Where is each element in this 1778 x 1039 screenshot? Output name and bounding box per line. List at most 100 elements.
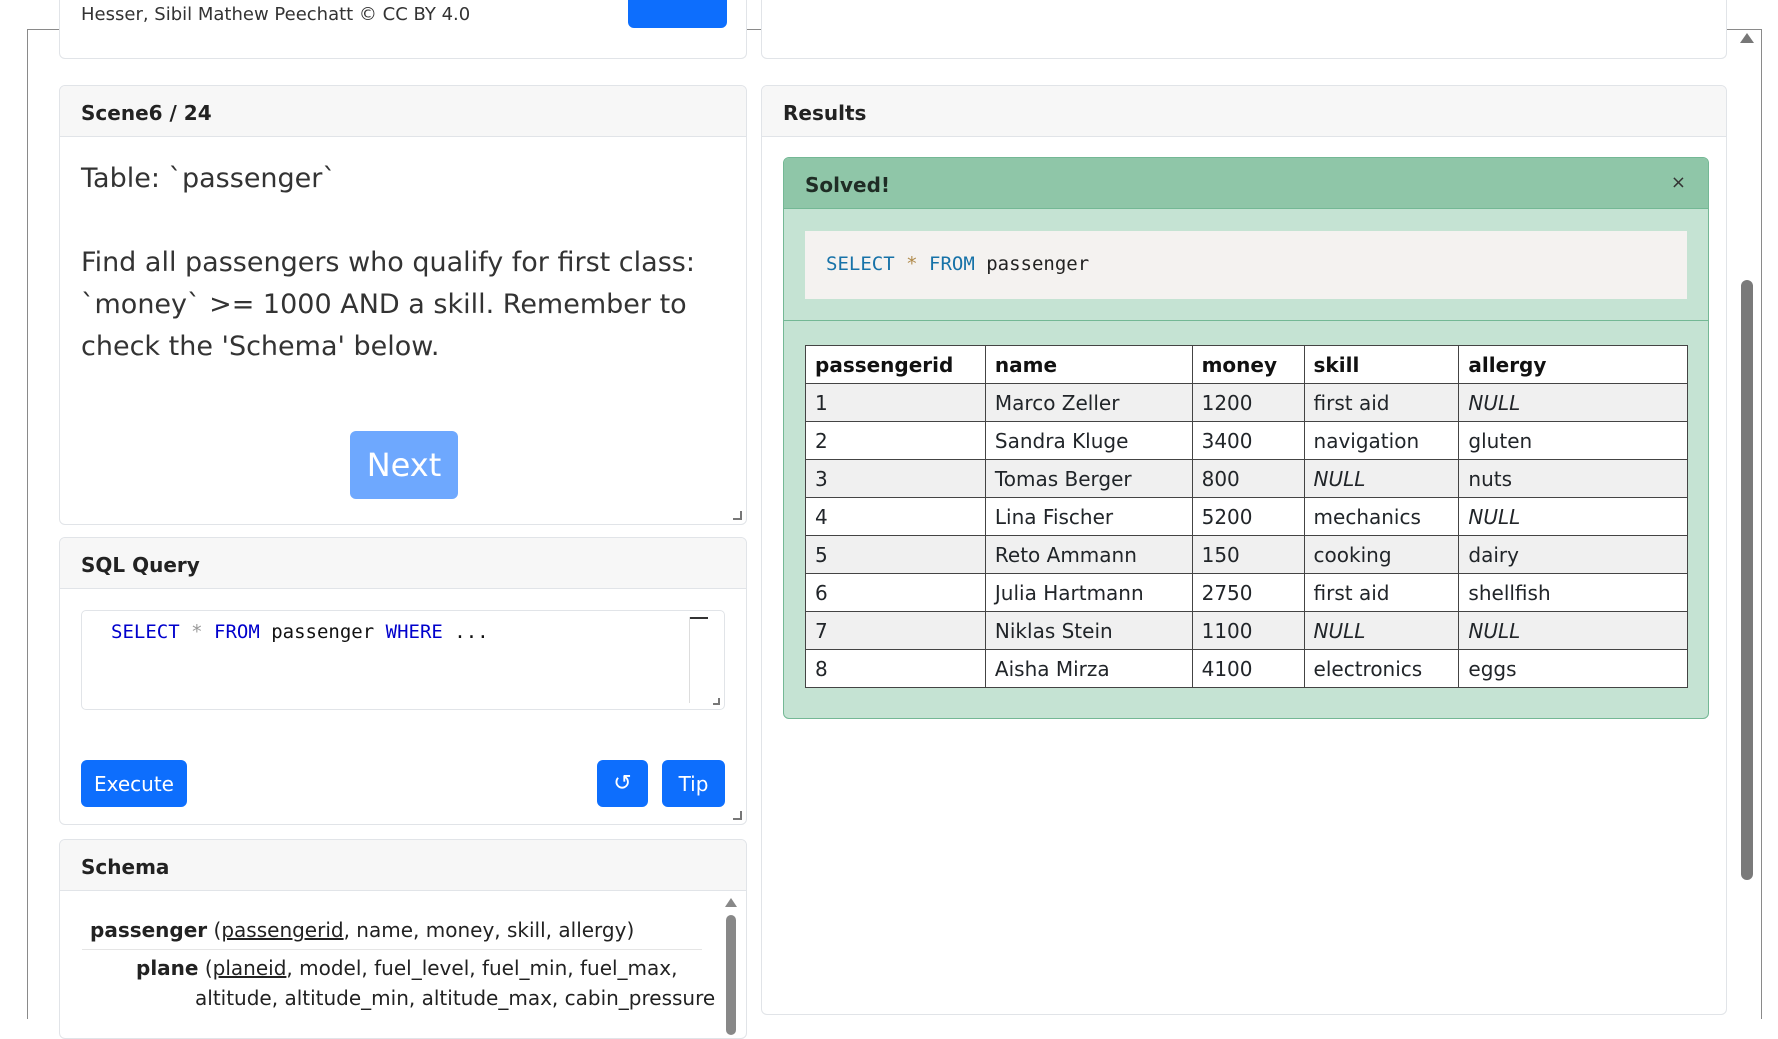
identifier: passenger xyxy=(271,621,375,643)
table-cell: 4100 xyxy=(1191,649,1305,688)
schema-scrollbar-thumb[interactable] xyxy=(726,915,736,1035)
resize-handle[interactable] xyxy=(733,511,742,520)
schema-table-name: passenger xyxy=(90,918,208,942)
table-cell: nuts xyxy=(1458,459,1688,498)
column-header: name xyxy=(984,345,1193,384)
schema-card: Schema passenger (passengerid, name, mon… xyxy=(59,839,747,1039)
table-cell: NULL xyxy=(1303,459,1460,498)
divider xyxy=(784,320,1708,321)
table-cell: NULL xyxy=(1458,611,1688,650)
close-icon[interactable]: × xyxy=(1671,172,1686,193)
table-header-row: passengerid name money skill allergy xyxy=(805,345,1688,384)
table-cell: dairy xyxy=(1458,535,1688,574)
scene-title: Scene6 / 24 xyxy=(60,86,746,137)
table-cell: Niklas Stein xyxy=(984,611,1193,650)
table-cell: electronics xyxy=(1303,649,1460,688)
table-cell: 3 xyxy=(805,459,986,498)
keyword: SELECT xyxy=(826,253,895,275)
table-cell: 1 xyxy=(805,383,986,422)
divider xyxy=(82,949,702,950)
sql-editor[interactable]: SELECT * FROM passenger WHERE ... xyxy=(81,610,725,710)
table-cell: 4 xyxy=(805,497,986,536)
results-title: Results xyxy=(762,86,1726,137)
next-button[interactable]: Next xyxy=(350,431,458,499)
table-row: 8 Aisha Mirza 4100 electronics eggs xyxy=(805,649,1688,688)
reset-button[interactable]: ↺ xyxy=(597,760,648,807)
table-row: 5 Reto Ammann 150 cooking dairy xyxy=(805,535,1688,574)
table-cell: 2 xyxy=(805,421,986,460)
table-row: 7 Niklas Stein 1100 NULL NULL xyxy=(805,611,1688,650)
table-cell: Tomas Berger xyxy=(984,459,1193,498)
table-cell: NULL xyxy=(1458,497,1688,536)
schema-row-plane: plane (planeid, model, fuel_level, fuel_… xyxy=(136,956,678,980)
table-row: 1 Marco Zeller 1200 first aid NULL xyxy=(805,383,1688,422)
table-cell: 7 xyxy=(805,611,986,650)
table-cell: mechanics xyxy=(1303,497,1460,536)
credits-card: Hesser, Sibil Mathew Peechatt © CC BY 4.… xyxy=(59,0,747,59)
tip-button[interactable]: Tip xyxy=(662,760,725,807)
keyword: FROM xyxy=(929,253,975,275)
table-cell: 5 xyxy=(805,535,986,574)
table-cell: first aid xyxy=(1303,383,1460,422)
sql-query-card: SQL Query SELECT * FROM passenger WHERE … xyxy=(59,537,747,825)
table-cell: first aid xyxy=(1303,573,1460,612)
primary-key: planeid xyxy=(212,956,287,980)
operator: * xyxy=(906,253,918,275)
table-cell: 2750 xyxy=(1191,573,1305,612)
table-cell: NULL xyxy=(1303,611,1460,650)
table-cell: cooking xyxy=(1303,535,1460,574)
solved-alert: Solved! × SELECT * FROM passenger passen… xyxy=(783,157,1709,719)
editor-scrollbar[interactable] xyxy=(689,617,708,703)
results-card: Results Solved! × SELECT * FROM passenge… xyxy=(761,85,1727,1015)
column-header: allergy xyxy=(1458,345,1688,384)
table-cell: Reto Ammann xyxy=(984,535,1193,574)
scene-card: Scene6 / 24 Table: `passenger` Find all … xyxy=(59,85,747,525)
top-button[interactable] xyxy=(628,0,727,28)
schema-row-plane-continued: altitude, altitude_min, altitude_max, ca… xyxy=(195,986,716,1010)
credit-text: Hesser, Sibil Mathew Peechatt © CC BY 4.… xyxy=(81,4,471,25)
table-cell: 800 xyxy=(1191,459,1305,498)
results-table-body: 1 Marco Zeller 1200 first aid NULL 2 Sandra Kl… xyxy=(805,383,1688,688)
table-cell: Julia Hartmann xyxy=(984,573,1193,612)
table-cell: 5200 xyxy=(1191,497,1305,536)
schema-title: Schema xyxy=(60,840,746,891)
schema-columns: , model, fuel_level, fuel_min, fuel_max, xyxy=(286,956,678,980)
placeholder-text: ... xyxy=(454,621,489,643)
table-cell: gluten xyxy=(1458,421,1688,460)
sql-query-title: SQL Query xyxy=(60,538,746,589)
schema-row-passenger: passenger (passengerid, name, money, ski… xyxy=(90,918,635,942)
table-cell: 3400 xyxy=(1191,421,1305,460)
table-row: 3 Tomas Berger 800 NULL nuts xyxy=(805,459,1688,498)
table-cell: shellfish xyxy=(1458,573,1688,612)
keyword: SELECT xyxy=(111,621,180,643)
table-cell: 150 xyxy=(1191,535,1305,574)
task-description: Table: `passenger` Find all passengers w… xyxy=(81,163,695,362)
scroll-up-arrow-icon[interactable] xyxy=(725,898,737,907)
table-cell: navigation xyxy=(1303,421,1460,460)
table-cell: 1100 xyxy=(1191,611,1305,650)
resize-handle[interactable] xyxy=(733,811,742,820)
column-header: money xyxy=(1191,345,1305,384)
table-row: 4 Lina Fischer 5200 mechanics NULL xyxy=(805,497,1688,536)
table-row: 6 Julia Hartmann 2750 first aid shellfish xyxy=(805,573,1688,612)
schema-table-name: plane xyxy=(136,956,199,980)
table-cell: Sandra Kluge xyxy=(984,421,1193,460)
solution-query: SELECT * FROM passenger xyxy=(805,231,1687,299)
identifier: passenger xyxy=(986,253,1090,275)
sql-editor-code[interactable]: SELECT * FROM passenger WHERE ... xyxy=(111,621,489,643)
schema-columns: , name, money, skill, allergy) xyxy=(343,918,635,942)
page-scrollbar-thumb[interactable] xyxy=(1741,280,1753,880)
primary-key: passengerid xyxy=(221,918,344,942)
table-cell: NULL xyxy=(1458,383,1688,422)
editor-resize-handle[interactable] xyxy=(713,698,720,705)
column-header: skill xyxy=(1303,345,1460,384)
execute-button[interactable]: Execute xyxy=(81,760,187,807)
table-cell: eggs xyxy=(1458,649,1688,688)
table-cell: Lina Fischer xyxy=(984,497,1193,536)
top-right-card xyxy=(761,0,1727,59)
column-header: passengerid xyxy=(805,345,986,384)
table-cell: 1200 xyxy=(1191,383,1305,422)
results-table: passengerid name money skill allergy 1 Ma… xyxy=(805,345,1688,688)
scroll-up-arrow-icon[interactable] xyxy=(1740,33,1754,43)
alert-title: Solved! xyxy=(784,158,1708,209)
